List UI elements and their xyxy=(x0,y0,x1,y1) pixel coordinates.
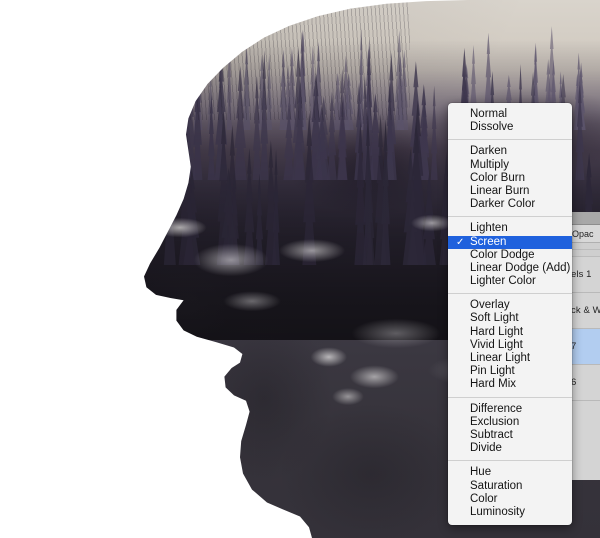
layer-row-levels[interactable]: els 1 xyxy=(568,257,600,293)
menu-item-color[interactable]: Color xyxy=(448,493,572,506)
menu-divider xyxy=(448,293,572,295)
menu-item-label: Luminosity xyxy=(470,505,525,518)
menu-item-label: Lighten xyxy=(470,222,508,235)
menu-item-multiply[interactable]: Multiply xyxy=(448,159,572,172)
menu-item-saturation[interactable]: Saturation xyxy=(448,480,572,493)
layer-row-7[interactable]: 7 xyxy=(568,329,600,365)
layer-row-black-and-white[interactable]: ck & W xyxy=(568,293,600,329)
menu-item-label: Pin Light xyxy=(470,365,515,378)
menu-item-soft-light[interactable]: Soft Light xyxy=(448,312,572,325)
layer-name: ck & W xyxy=(571,305,600,316)
menu-item-label: Darker Color xyxy=(470,198,536,211)
menu-item-label: Soft Light xyxy=(470,312,519,325)
menu-item-pin-light[interactable]: Pin Light xyxy=(448,365,572,378)
layers-panel-divider xyxy=(568,243,600,250)
menu-item-label: Normal xyxy=(470,108,508,120)
menu-item-luminosity[interactable]: Luminosity xyxy=(448,506,572,519)
menu-item-overlay[interactable]: Overlay xyxy=(448,299,572,312)
menu-group-darken: Darken Multiply Color Burn Linear Burn Darke… xyxy=(448,145,572,211)
menu-item-label: Saturation xyxy=(470,479,523,492)
menu-item-color-dodge[interactable]: Color Dodge xyxy=(448,249,572,262)
menu-item-label: Dissolve xyxy=(470,121,514,134)
menu-item-screen[interactable]: ✓ Screen xyxy=(448,235,572,249)
menu-item-label: Darken xyxy=(470,145,508,158)
menu-divider xyxy=(448,139,572,141)
opacity-label-text: Opac xyxy=(572,228,594,239)
menu-item-difference[interactable]: Difference xyxy=(448,403,572,416)
menu-item-lighten[interactable]: Lighten xyxy=(448,222,572,235)
menu-item-subtract[interactable]: Subtract xyxy=(448,429,572,442)
menu-item-lighter-color[interactable]: Lighter Color xyxy=(448,275,572,288)
menu-item-label: Color Burn xyxy=(470,171,525,184)
menu-item-label: Subtract xyxy=(470,428,513,441)
menu-item-hue[interactable]: Hue xyxy=(448,466,572,479)
menu-item-darker-color[interactable]: Darker Color xyxy=(448,198,572,211)
menu-item-label: Exclusion xyxy=(470,415,520,428)
menu-item-linear-light[interactable]: Linear Light xyxy=(448,352,572,365)
menu-item-normal[interactable]: Normal xyxy=(448,108,572,121)
menu-item-label: Overlay xyxy=(470,299,510,312)
menu-item-color-burn[interactable]: Color Burn xyxy=(448,172,572,185)
layer-row-6[interactable]: 6 xyxy=(568,365,600,401)
menu-group-basic: Normal Dissolve xyxy=(448,108,572,134)
layer-name: els 1 xyxy=(571,269,592,280)
menu-item-divide[interactable]: Divide xyxy=(448,442,572,455)
screenshot-stage: Opac els 1 ck & W 7 6 Normal Dissolve Dark… xyxy=(0,0,600,538)
menu-item-label: Difference xyxy=(470,402,523,415)
menu-item-darken[interactable]: Darken xyxy=(448,145,572,158)
menu-item-label: Color xyxy=(470,492,498,505)
menu-group-component: Hue Saturation Color Luminosity xyxy=(448,466,572,519)
menu-item-label: Color Dodge xyxy=(470,248,535,261)
layer-opacity-label[interactable]: Opac xyxy=(568,225,600,243)
menu-item-exclusion[interactable]: Exclusion xyxy=(448,416,572,429)
menu-item-linear-burn[interactable]: Linear Burn xyxy=(448,185,572,198)
menu-divider xyxy=(448,396,572,398)
menu-item-label: Linear Light xyxy=(470,352,531,364)
layers-panel-header xyxy=(568,212,600,225)
menu-item-label: Multiply xyxy=(470,158,509,171)
menu-divider xyxy=(448,460,572,462)
layers-panel-empty-space xyxy=(568,401,600,461)
menu-item-hard-light[interactable]: Hard Light xyxy=(448,326,572,339)
menu-item-label: Linear Burn xyxy=(470,184,530,197)
menu-item-hard-mix[interactable]: Hard Mix xyxy=(448,378,572,391)
menu-group-comparative: Difference Exclusion Subtract Divide xyxy=(448,403,572,456)
menu-item-label: Hard Light xyxy=(470,325,524,338)
blending-mode-dropdown[interactable]: Normal Dissolve Darken Multiply Color Burn Li… xyxy=(448,103,572,526)
menu-item-dissolve[interactable]: Dissolve xyxy=(448,121,572,134)
menu-group-contrast: Overlay Soft Light Hard Light Vivid Light Li… xyxy=(448,299,572,391)
menu-item-label: Hard Mix xyxy=(470,378,517,391)
layers-panel-divider-2 xyxy=(568,250,600,257)
menu-item-linear-dodge-add[interactable]: Linear Dodge (Add) xyxy=(448,262,572,275)
menu-item-label: Lighter Color xyxy=(470,275,536,288)
menu-item-label: Vivid Light xyxy=(470,338,523,351)
menu-item-label: Screen xyxy=(470,235,507,248)
checkmark-icon: ✓ xyxy=(456,236,465,248)
menu-item-label: Hue xyxy=(470,466,492,479)
menu-item-label: Linear Dodge (Add) xyxy=(470,261,571,274)
menu-divider xyxy=(448,216,572,218)
menu-item-label: Divide xyxy=(470,442,502,455)
menu-group-lighten: Lighten ✓ Screen Color Dodge Linear Dodge (A… xyxy=(448,222,572,288)
menu-item-vivid-light[interactable]: Vivid Light xyxy=(448,339,572,352)
